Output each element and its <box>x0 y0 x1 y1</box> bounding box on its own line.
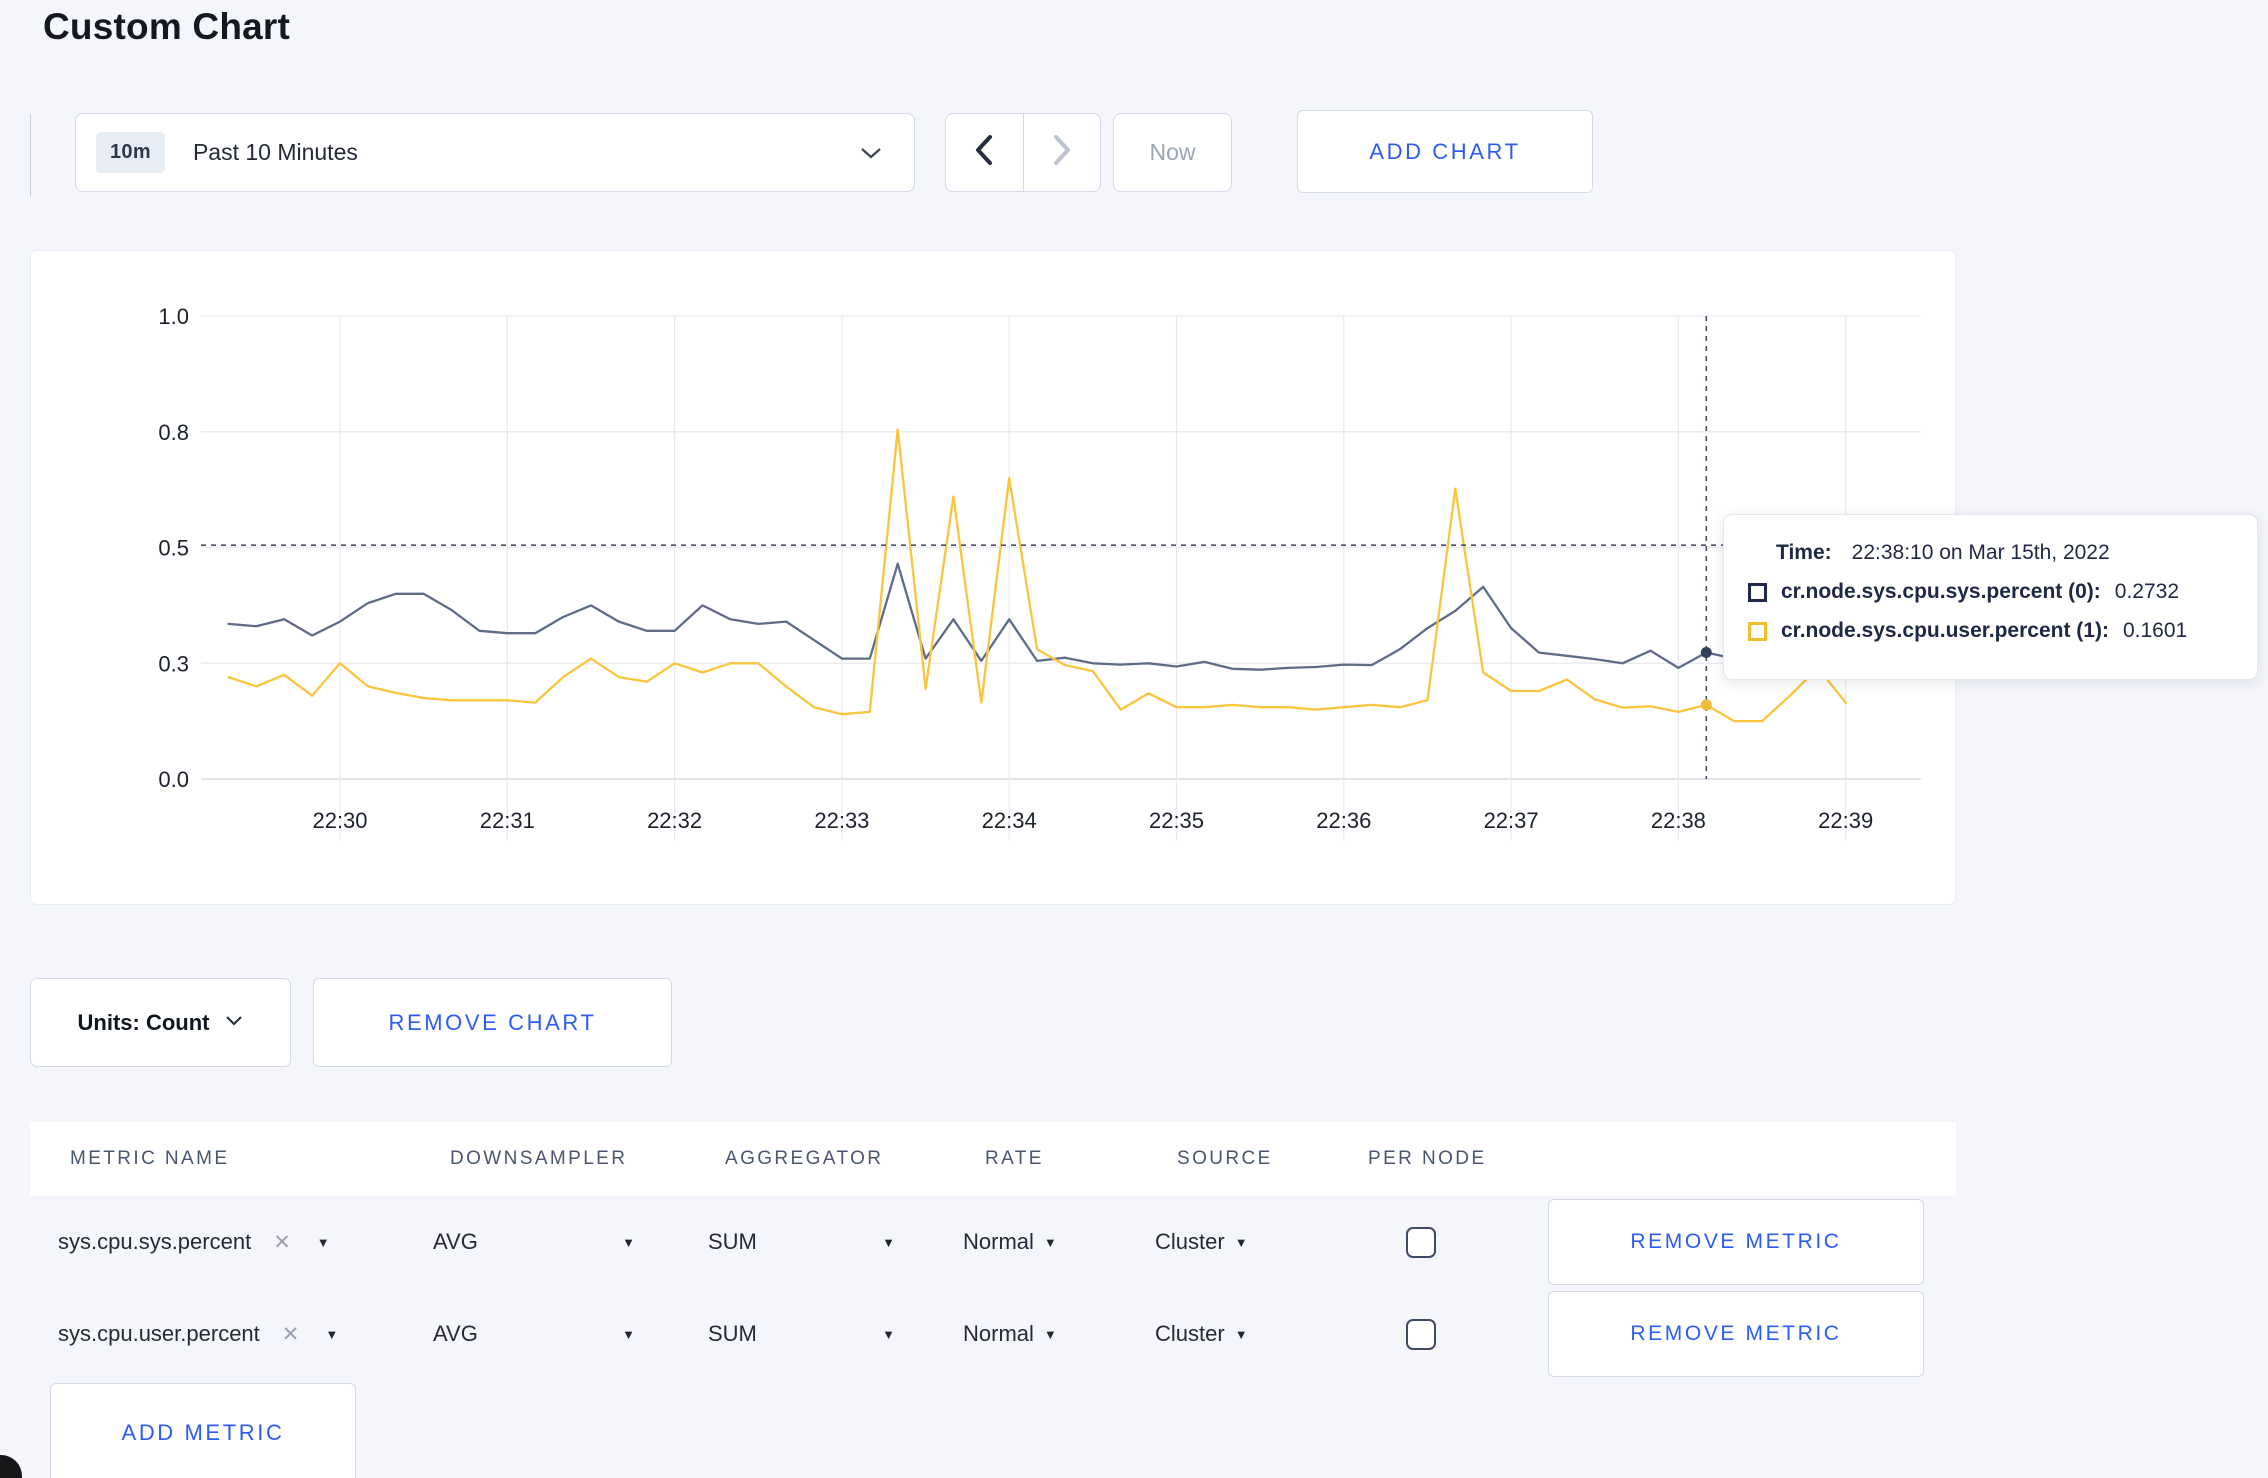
source-value: Cluster <box>1155 1229 1225 1254</box>
toolbar-divider <box>30 114 31 196</box>
svg-text:22:35: 22:35 <box>1149 808 1204 833</box>
sys-series-swatch-icon <box>1748 582 1767 602</box>
table-row: sys.cpu.sys.percent ✕ ▼ AVG ▼ SUM ▼ Norm… <box>30 1196 1956 1288</box>
tooltip-time-value: 22:38:10 on Mar 15th, 2022 <box>1851 541 2110 564</box>
aggregator-select[interactable]: SUM ▼ <box>683 1321 933 1347</box>
caret-down-icon: ▼ <box>325 1326 339 1342</box>
rate-select[interactable]: Normal ▼ <box>933 1229 1123 1255</box>
per-node-checkbox[interactable] <box>1405 1318 1436 1350</box>
add-metric-button[interactable]: ADD METRIC <box>50 1383 356 1478</box>
chevron-left-icon <box>973 134 995 171</box>
downsampler-select[interactable]: AVG ▼ <box>433 1229 683 1255</box>
caret-down-icon: ▼ <box>1234 1326 1248 1342</box>
time-range-badge: 10m <box>96 132 165 173</box>
table-row: sys.cpu.user.percent ✕ ▼ AVG ▼ SUM ▼ Nor… <box>30 1288 1956 1380</box>
caret-down-icon: ▼ <box>622 1326 635 1342</box>
remove-metric-button[interactable]: REMOVE METRIC <box>1548 1291 1924 1377</box>
chart-card[interactable]: 0.0 0.3 0.5 0.8 1.0 22:30 22:31 22:32 22:33 22:34… <box>30 250 1956 905</box>
downsampler-value: AVG <box>433 1321 478 1346</box>
column-header-aggregator: AGGREGATOR <box>725 1148 884 1169</box>
units-select[interactable]: Units: Count <box>30 978 291 1067</box>
svg-text:22:30: 22:30 <box>312 808 367 833</box>
clear-metric-icon[interactable]: ✕ <box>273 1230 291 1255</box>
rate-value: Normal <box>963 1321 1034 1346</box>
metric-name-select[interactable]: sys.cpu.user.percent ✕ ▼ <box>58 1321 433 1347</box>
time-range-label: Past 10 Minutes <box>192 139 358 165</box>
metric-name-select[interactable]: sys.cpu.sys.percent ✕ ▼ <box>58 1229 433 1255</box>
remove-chart-button[interactable]: REMOVE CHART <box>313 978 672 1067</box>
time-range-select[interactable]: 10m Past 10 Minutes <box>75 113 915 192</box>
source-value: Cluster <box>1155 1321 1225 1346</box>
caret-down-icon: ▼ <box>1043 1326 1057 1342</box>
chevron-down-icon <box>225 1014 243 1032</box>
chart-svg[interactable]: 0.0 0.3 0.5 0.8 1.0 22:30 22:31 22:32 22:33 22:34… <box>31 251 1957 906</box>
caret-down-icon: ▼ <box>1234 1234 1248 1250</box>
caret-down-icon: ▼ <box>622 1234 635 1250</box>
caret-down-icon: ▼ <box>1043 1234 1057 1250</box>
svg-text:1.0: 1.0 <box>158 304 189 329</box>
tooltip-user-name: cr.node.sys.cpu.user.percent (1): <box>1781 619 2109 642</box>
metrics-table-header: METRIC NAME DOWNSAMPLER AGGREGATOR RATE … <box>30 1122 1956 1196</box>
custom-chart-page: Custom Chart 10m Past 10 Minutes Now ADD… <box>0 0 2268 1478</box>
svg-text:22:34: 22:34 <box>982 808 1037 833</box>
column-header-source: SOURCE <box>1177 1148 1273 1169</box>
units-select-label: Units: Count <box>77 1009 210 1035</box>
tooltip-sys-name: cr.node.sys.cpu.sys.percent (0): <box>1781 580 2101 603</box>
column-header-downsampler: DOWNSAMPLER <box>450 1148 628 1169</box>
column-header-rate: RATE <box>985 1148 1044 1169</box>
next-time-button[interactable] <box>1024 114 1101 191</box>
aggregator-value: SUM <box>708 1321 757 1346</box>
column-header-metric-name: METRIC NAME <box>70 1148 230 1169</box>
rate-select[interactable]: Normal ▼ <box>933 1321 1123 1347</box>
tooltip-time-row: Time: 22:38:10 on Mar 15th, 2022 <box>1748 541 2257 565</box>
remove-metric-button[interactable]: REMOVE METRIC <box>1548 1199 1924 1285</box>
aggregator-value: SUM <box>708 1229 757 1254</box>
chevron-right-icon <box>1051 134 1073 171</box>
prev-time-button[interactable] <box>946 114 1024 191</box>
downsampler-select[interactable]: AVG ▼ <box>433 1321 683 1347</box>
svg-text:22:37: 22:37 <box>1484 808 1539 833</box>
tooltip-time-label: Time: <box>1776 541 1832 564</box>
rate-value: Normal <box>963 1229 1034 1254</box>
tooltip-user-value: 0.1601 <box>2122 619 2188 642</box>
user-series-swatch-icon <box>1748 621 1767 641</box>
chat-widget[interactable] <box>0 1455 22 1478</box>
per-node-checkbox[interactable] <box>1405 1226 1436 1258</box>
now-button[interactable]: Now <box>1113 113 1232 192</box>
downsampler-value: AVG <box>433 1229 478 1254</box>
svg-text:22:33: 22:33 <box>814 808 869 833</box>
svg-text:22:39: 22:39 <box>1818 808 1873 833</box>
tooltip-series-row: cr.node.sys.cpu.sys.percent (0): 0.2732 <box>1748 580 2257 604</box>
add-chart-button[interactable]: ADD CHART <box>1297 110 1593 193</box>
svg-text:0.5: 0.5 <box>158 536 189 561</box>
caret-down-icon: ▼ <box>882 1326 895 1342</box>
svg-text:0.8: 0.8 <box>158 420 189 445</box>
svg-text:0.0: 0.0 <box>158 767 189 792</box>
metric-name-value: sys.cpu.user.percent <box>58 1321 260 1346</box>
caret-down-icon: ▼ <box>316 1234 330 1250</box>
svg-text:0.3: 0.3 <box>158 651 189 676</box>
svg-text:22:31: 22:31 <box>480 808 535 833</box>
source-select[interactable]: Cluster ▼ <box>1123 1229 1323 1255</box>
source-select[interactable]: Cluster ▼ <box>1123 1321 1323 1347</box>
tooltip-series-row: cr.node.sys.cpu.user.percent (1): 0.1601 <box>1748 619 2257 643</box>
time-nav-group <box>945 113 1101 192</box>
svg-text:22:36: 22:36 <box>1316 808 1371 833</box>
chart-tooltip: Time: 22:38:10 on Mar 15th, 2022 cr.node… <box>1723 514 2258 680</box>
svg-text:22:38: 22:38 <box>1651 808 1706 833</box>
page-title: Custom Chart <box>43 6 291 47</box>
chevron-down-icon <box>860 146 882 160</box>
metric-name-value: sys.cpu.sys.percent <box>58 1229 252 1254</box>
caret-down-icon: ▼ <box>882 1234 895 1250</box>
aggregator-select[interactable]: SUM ▼ <box>683 1229 933 1255</box>
tooltip-sys-value: 0.2732 <box>2114 580 2180 603</box>
svg-text:22:32: 22:32 <box>647 808 702 833</box>
column-header-per-node: PER NODE <box>1368 1148 1487 1169</box>
clear-metric-icon[interactable]: ✕ <box>282 1322 300 1347</box>
